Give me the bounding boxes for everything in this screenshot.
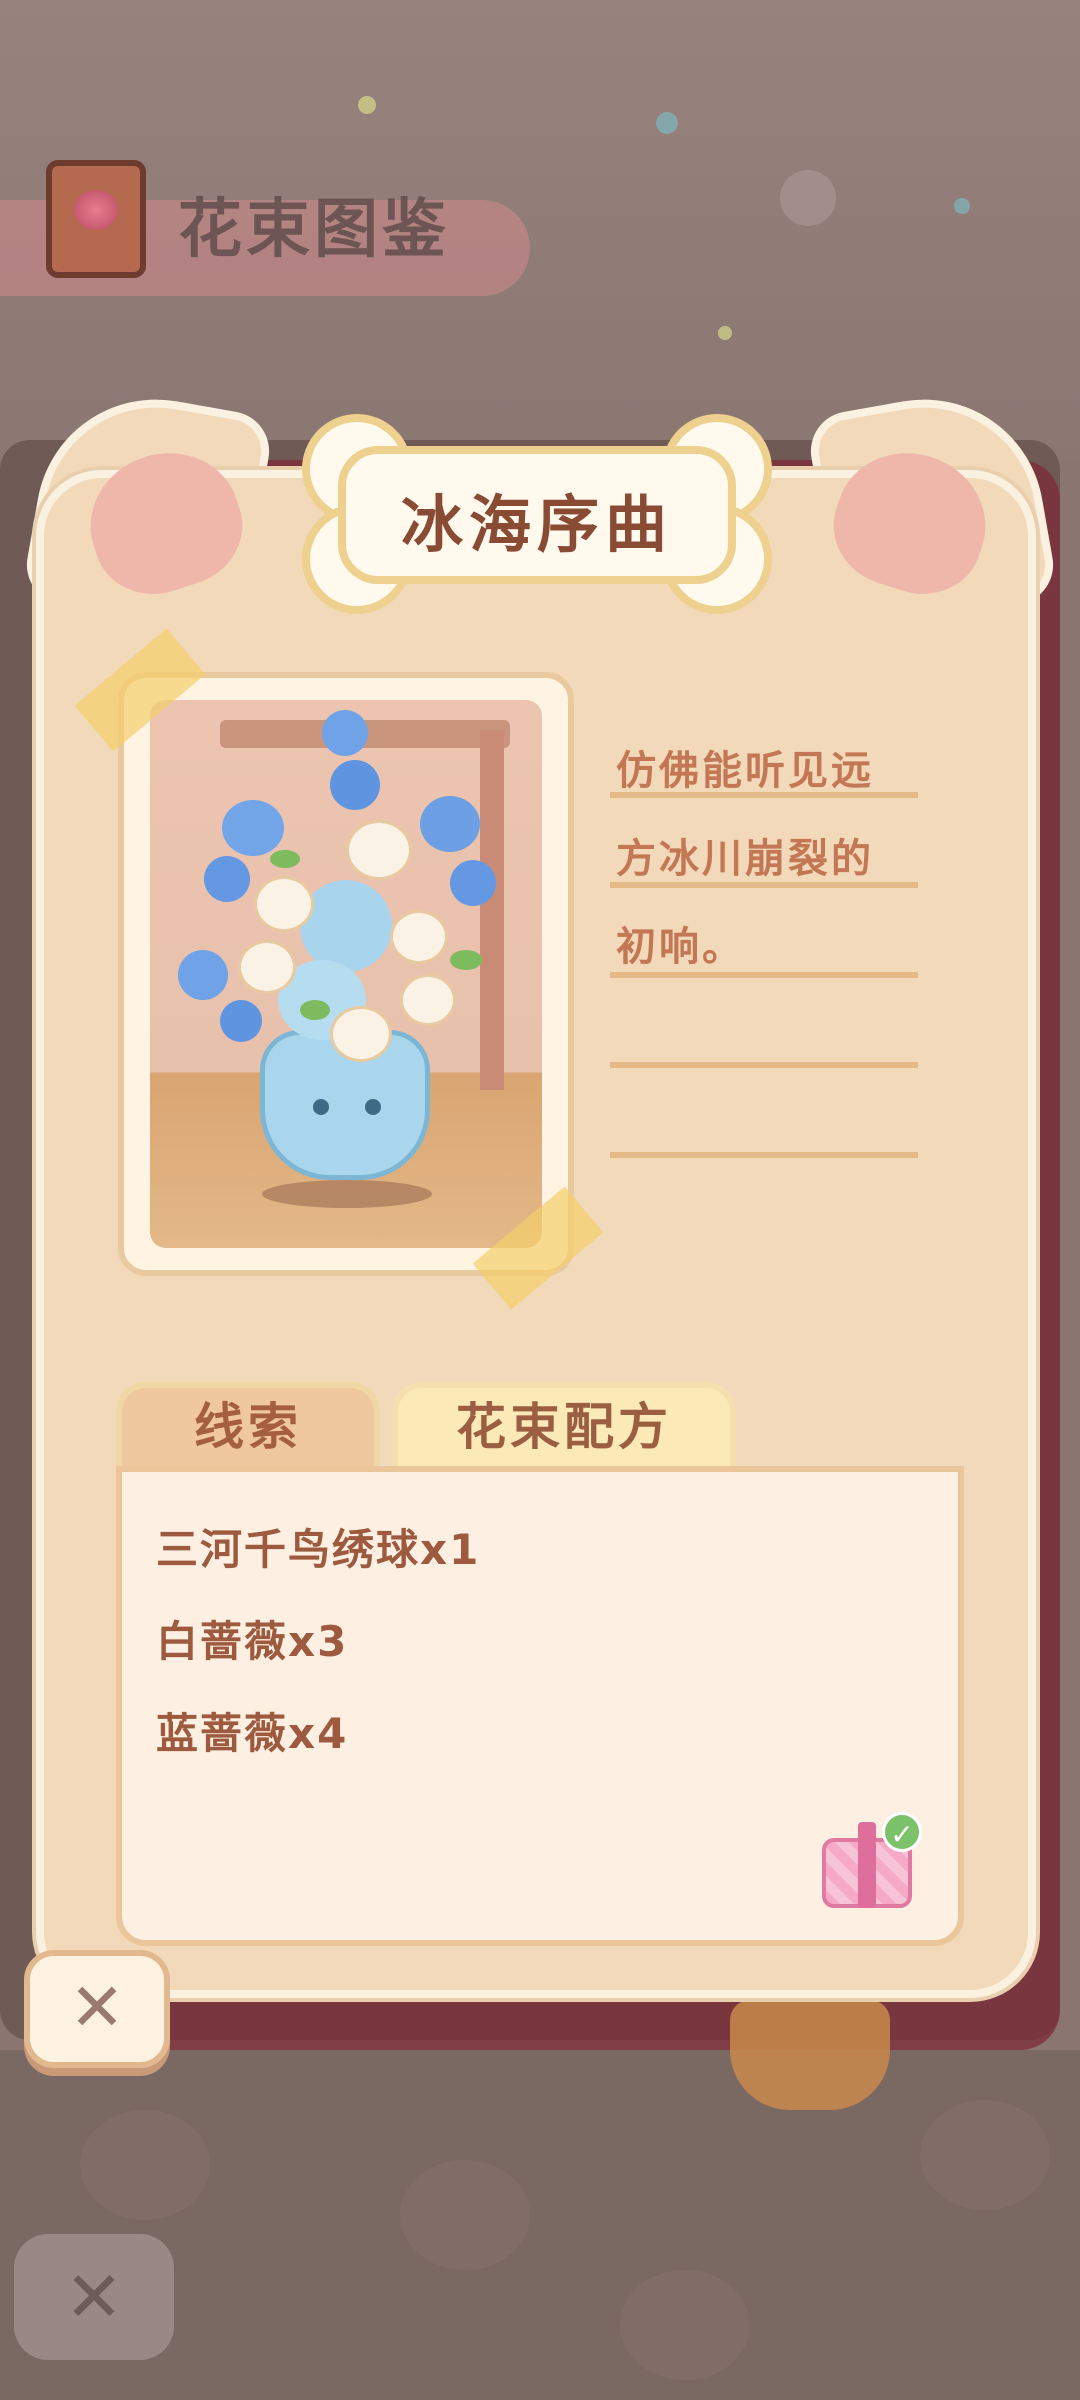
flower-book-icon [46,160,146,278]
paw-decoration [920,2100,1050,2210]
description-underline [610,792,918,798]
paw-decoration [400,2160,530,2270]
background-close-button: ✕ [14,2234,174,2360]
book-title: 花束图鉴 [178,193,450,267]
description-line-3: 初响。 [616,924,745,970]
tab-clue[interactable]: 线索 [116,1382,380,1474]
recipe-item: 蓝蔷薇x4 [156,1709,349,1758]
gift-box-icon[interactable]: ✓ [822,1812,922,1908]
description-underline [610,882,918,888]
sparkle-decoration [718,326,732,340]
sparkle-decoration [954,198,970,214]
sparkle-decoration [656,112,678,134]
close-button[interactable]: ✕ [24,1950,170,2068]
description-line-2: 方冰川崩裂的 [616,836,874,882]
recipe-item: 三河千鸟绣球x1 [156,1525,481,1574]
bouquet-name: 冰海序曲 [400,488,673,561]
check-badge-icon: ✓ [882,1812,922,1852]
description-underline [610,1152,918,1158]
tab-recipe[interactable]: 花束配方 [392,1382,736,1474]
paw-decoration [80,2110,210,2220]
sparkle-decoration [780,170,836,226]
sparkle-decoration [358,96,376,114]
paw-decoration [620,2270,750,2380]
bouquet-image [150,700,542,1248]
recipe-item: 白蔷薇x3 [156,1617,349,1666]
bow-ribbon-decoration [730,2000,890,2110]
description-underline [610,1062,918,1068]
description-underline [610,972,918,978]
description-line-1: 仿佛能听见远 [616,748,874,794]
